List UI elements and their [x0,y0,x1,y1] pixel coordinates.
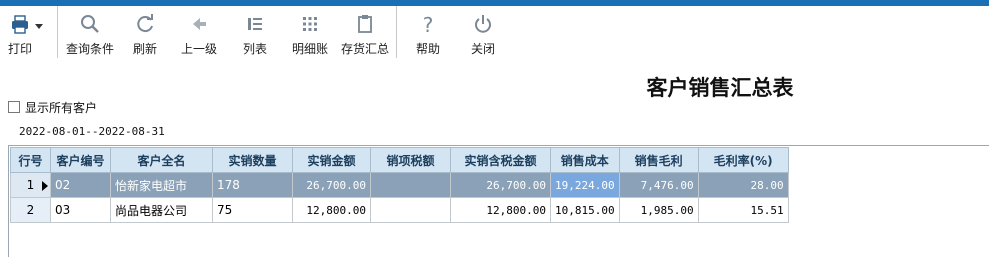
toolbar-separator [57,6,58,58]
inventory-summary-button[interactable]: 存货汇总 [338,8,392,58]
up-level-button[interactable]: 上一级 [177,8,221,58]
search-icon [62,12,118,40]
refresh-button[interactable]: 刷新 [126,8,164,58]
show-all-customers-checkbox[interactable]: 显示所有客户 [8,99,97,115]
row-number: 1 [26,178,35,192]
up-level-label: 上一级 [180,42,217,56]
column-header[interactable]: 客户全名 [110,147,213,173]
summary-table: 行号 客户编号 客户全名 实销数量 实销金额 销项税额 实销含税金额 销售成本 … [10,147,789,223]
sales-cost-cell[interactable]: 19,224.00 [550,172,620,198]
list-label: 列表 [242,42,267,56]
detail-ledger-label: 明细账 [291,42,328,56]
sales-amount-cell[interactable]: 12,800.00 [292,197,371,223]
table-row[interactable]: 2 03 尚品电器公司 75 12,800.00 12,800.00 10,81… [10,197,789,223]
help-icon: ? [409,12,447,40]
sales-qty-cell[interactable]: 75 [212,197,293,223]
table-header-row: 行号 客户编号 客户全名 实销数量 实销金额 销项税额 实销含税金额 销售成本 … [10,147,789,173]
margin-rate-cell[interactable]: 28.00 [697,172,789,198]
column-header[interactable]: 客户编号 [50,147,111,173]
customer-code-cell[interactable]: 02 [50,172,111,198]
column-header[interactable]: 实销数量 [212,147,293,173]
checkbox-box[interactable] [8,101,20,113]
list-button[interactable]: 列表 [236,8,274,58]
toolbar-top-border [0,0,989,6]
query-conditions-label: 查询条件 [65,42,114,56]
current-row-arrow-icon [42,181,48,191]
sales-amount-with-tax-cell[interactable]: 12,800.00 [450,197,551,223]
column-header[interactable]: 销售成本 [550,147,620,173]
help-button[interactable]: ? 帮助 [409,8,447,58]
row-number-cell[interactable]: 2 [10,197,51,223]
power-icon [464,12,502,40]
customer-name-cell[interactable]: 尚品电器公司 [110,197,213,223]
toolbar: 打印 查询条件 刷新 上一级 列表 明细账 存货汇总 ? 帮助 关闭 [0,0,989,60]
gross-profit-cell[interactable]: 1,985.00 [618,197,699,223]
table-row[interactable]: 1 02 怡新家电超市 178 26,700.00 26,700.00 19,2… [10,172,789,198]
date-range: 2022-08-01--2022-08-31 [19,125,165,138]
refresh-label: 刷新 [132,42,157,56]
detail-ledger-button[interactable]: 明细账 [288,8,332,58]
row-number: 2 [26,203,35,217]
output-tax-cell[interactable] [370,172,451,198]
sales-amount-with-tax-cell[interactable]: 26,700.00 [450,172,551,198]
row-number-cell[interactable]: 1 [10,172,51,198]
column-header[interactable]: 销项税额 [370,147,451,173]
grid-icon [288,12,332,40]
customer-name-cell[interactable]: 怡新家电超市 [110,172,213,198]
list-icon [236,12,274,40]
column-header[interactable]: 毛利率(%) [697,147,789,173]
clipboard-icon [338,12,392,40]
sales-cost-cell[interactable]: 10,815.00 [550,197,620,223]
column-header[interactable]: 销售毛利 [618,147,699,173]
inventory-summary-label: 存货汇总 [340,42,389,56]
query-conditions-button[interactable]: 查询条件 [62,8,118,58]
column-header[interactable]: 实销含税金额 [450,147,551,173]
print-button[interactable]: 打印 [4,8,48,58]
refresh-icon [126,12,164,40]
show-all-customers-label: 显示所有客户 [25,100,98,115]
svg-text:?: ? [423,13,434,36]
close-label: 关闭 [470,42,495,56]
gross-profit-cell[interactable]: 7,476.00 [618,172,699,198]
arrow-left-icon [177,12,221,40]
printer-icon [4,12,48,40]
toolbar-separator [396,6,397,58]
sales-qty-cell[interactable]: 178 [212,172,293,198]
customer-code-cell[interactable]: 03 [50,197,111,223]
column-header[interactable]: 行号 [10,147,51,173]
help-label: 帮助 [415,42,440,56]
output-tax-cell[interactable] [370,197,451,223]
report-title: 客户销售汇总表 [646,75,794,100]
close-button[interactable]: 关闭 [464,8,502,58]
margin-rate-cell[interactable]: 15.51 [697,197,789,223]
column-header[interactable]: 实销金额 [292,147,371,173]
sales-amount-cell[interactable]: 26,700.00 [292,172,371,198]
print-label: 打印 [8,42,33,56]
